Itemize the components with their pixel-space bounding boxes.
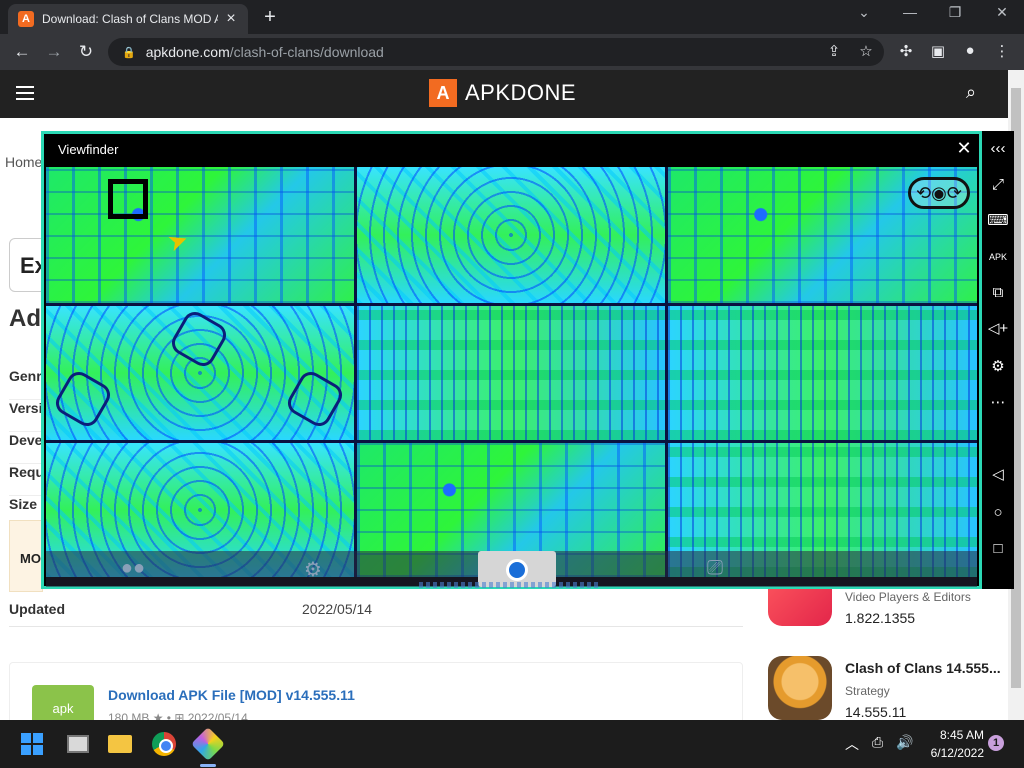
switch-camera-icon[interactable]: ⟲◉⟳	[908, 177, 970, 209]
download-apk-link[interactable]: Download APK File [MOD] v14.555.11	[108, 687, 355, 703]
updated-label: Updated	[9, 601, 65, 617]
folder-icon	[108, 735, 132, 753]
bookmark-star-icon[interactable]: ☆	[856, 42, 876, 60]
app-version: 14.555.11	[845, 704, 907, 720]
shutter-icon	[506, 559, 528, 581]
feed-tile	[357, 167, 665, 303]
extensions-icon[interactable]: ✣	[896, 42, 916, 60]
logo-text: APKDONE	[465, 80, 577, 105]
share-icon[interactable]: ⇪	[824, 42, 844, 60]
tile-divider	[46, 440, 977, 443]
tile-divider	[665, 167, 668, 577]
hexagon-shape	[51, 367, 115, 431]
profile-icon[interactable]: ●	[960, 42, 980, 59]
home-icon[interactable]: ○	[982, 499, 1014, 527]
app-category: Strategy	[845, 684, 890, 698]
tile-divider	[46, 303, 977, 306]
chevron-up-icon[interactable]: ︿	[845, 734, 859, 754]
new-tab-icon[interactable]: +	[259, 6, 281, 29]
url-domain: apkdone.com	[145, 44, 230, 60]
reload-icon[interactable]: ↻	[74, 40, 98, 64]
app-icon	[768, 656, 832, 720]
collapse-icon[interactable]: ‹‹‹	[982, 135, 1014, 163]
logo-mark: A	[429, 79, 457, 107]
more-icon[interactable]: ⋯	[982, 389, 1014, 417]
bluestacks-button[interactable]	[191, 727, 225, 761]
emulator-toolbar: ‹‹‹ ⤢ ⌨ APK ⧉ ◁+ ⚙ ⋯ ◁ ○ □	[982, 131, 1014, 589]
viewfinder-title: Viewfinder	[58, 142, 119, 157]
volume-icon[interactable]: ◁+	[982, 315, 1014, 343]
windows-taskbar: ︿ ⎙ 🔊 8:45 AM 6/12/2022 1	[0, 720, 1024, 768]
back-icon[interactable]: ◁	[982, 461, 1014, 489]
browser-titlebar: A Download: Clash of Clans MOD A × + ⌄ —…	[0, 0, 1024, 34]
video-camera-icon[interactable]: ⎚	[700, 557, 730, 580]
close-window-icon[interactable]: ✕	[990, 4, 1014, 21]
mode-indicator	[419, 582, 599, 588]
search-icon[interactable]: ⌕	[966, 82, 976, 103]
camera-settings-icon[interactable]: ⚙	[298, 557, 328, 582]
chrome-menu-icon[interactable]: ⋮	[992, 42, 1012, 60]
feed-tile	[357, 306, 665, 440]
site-logo[interactable]: A APKDONE	[429, 79, 576, 107]
active-app-indicator	[200, 764, 216, 767]
feed-tile	[668, 306, 977, 440]
notification-badge[interactable]: 1	[988, 735, 1004, 751]
sidebar-app-item[interactable]: Clash of Clans 14.555... Strategy 14.555…	[768, 656, 1004, 722]
tab-title: Download: Clash of Clans MOD A	[42, 12, 218, 26]
chrome-icon	[152, 732, 176, 756]
lock-icon: 🔒	[122, 46, 136, 59]
app-version: 1.822.1355	[845, 610, 916, 626]
divider	[9, 626, 743, 627]
viewfinder-window: Viewfinder ✕ ➤ ⟲◉⟳ ●● ⚙ ⎚	[41, 131, 982, 589]
fullscreen-icon[interactable]: ⤢	[982, 171, 1014, 199]
side-panel-icon[interactable]: ▣	[928, 42, 948, 60]
hexagon-shape	[283, 367, 347, 431]
focus-square-icon	[108, 179, 148, 219]
close-icon[interactable]: ✕	[954, 138, 974, 159]
recents-icon[interactable]: □	[982, 535, 1014, 563]
clock-date[interactable]: 6/12/2022	[914, 746, 984, 760]
tile-divider	[354, 167, 357, 577]
favicon-icon: A	[18, 11, 34, 27]
browser-tab[interactable]: A Download: Clash of Clans MOD A ×	[8, 4, 248, 34]
feed-tile	[46, 306, 354, 440]
apk-icon[interactable]: APK	[982, 243, 1014, 271]
tab-close-icon[interactable]: ×	[224, 10, 238, 28]
feed-tile	[46, 167, 354, 303]
browser-toolbar: ← → ↻ 🔒 apkdone.com/clash-of-clans/downl…	[0, 34, 1024, 70]
app-category: Video Players & Editors	[845, 590, 971, 604]
hamburger-menu-icon[interactable]	[16, 86, 34, 100]
chrome-button[interactable]	[148, 728, 180, 760]
network-icon[interactable]: ⎙	[872, 734, 883, 751]
forward-arrow-icon[interactable]: →	[42, 40, 66, 64]
keyboard-icon[interactable]: ⌨	[982, 207, 1014, 235]
file-explorer-button[interactable]	[104, 728, 136, 760]
task-view-icon	[67, 735, 89, 753]
updated-value: 2022/05/14	[302, 601, 373, 617]
filter-icon[interactable]: ●●	[118, 557, 148, 580]
multi-instance-icon[interactable]: ⧉	[982, 279, 1014, 307]
address-bar[interactable]: 🔒 apkdone.com/clash-of-clans/download	[108, 38, 884, 66]
bluestacks-icon	[191, 727, 225, 761]
start-button[interactable]	[16, 728, 48, 760]
camera-feed[interactable]: ➤ ⟲◉⟳	[46, 167, 977, 577]
task-view-button[interactable]	[62, 728, 94, 760]
speaker-icon[interactable]: 🔊	[896, 734, 913, 751]
page-heading: Ad	[9, 305, 41, 332]
settings-icon[interactable]: ⚙	[982, 353, 1014, 381]
breadcrumb[interactable]: Home	[5, 154, 42, 170]
url-path: /clash-of-clans/download	[229, 44, 384, 60]
clock-time[interactable]: 8:45 AM	[922, 728, 984, 742]
tab-search-icon[interactable]: ⌄	[852, 4, 876, 21]
windows-logo-icon	[21, 733, 43, 755]
hexagon-shape	[167, 307, 231, 371]
site-header: A APKDONE ⌕	[0, 70, 1008, 118]
app-name[interactable]: Clash of Clans 14.555...	[845, 660, 1001, 676]
minimize-icon[interactable]: —	[898, 4, 922, 20]
back-arrow-icon[interactable]: ←	[10, 40, 34, 64]
restore-icon[interactable]: ❐	[943, 4, 967, 21]
mod-info-box: MO	[9, 520, 43, 592]
